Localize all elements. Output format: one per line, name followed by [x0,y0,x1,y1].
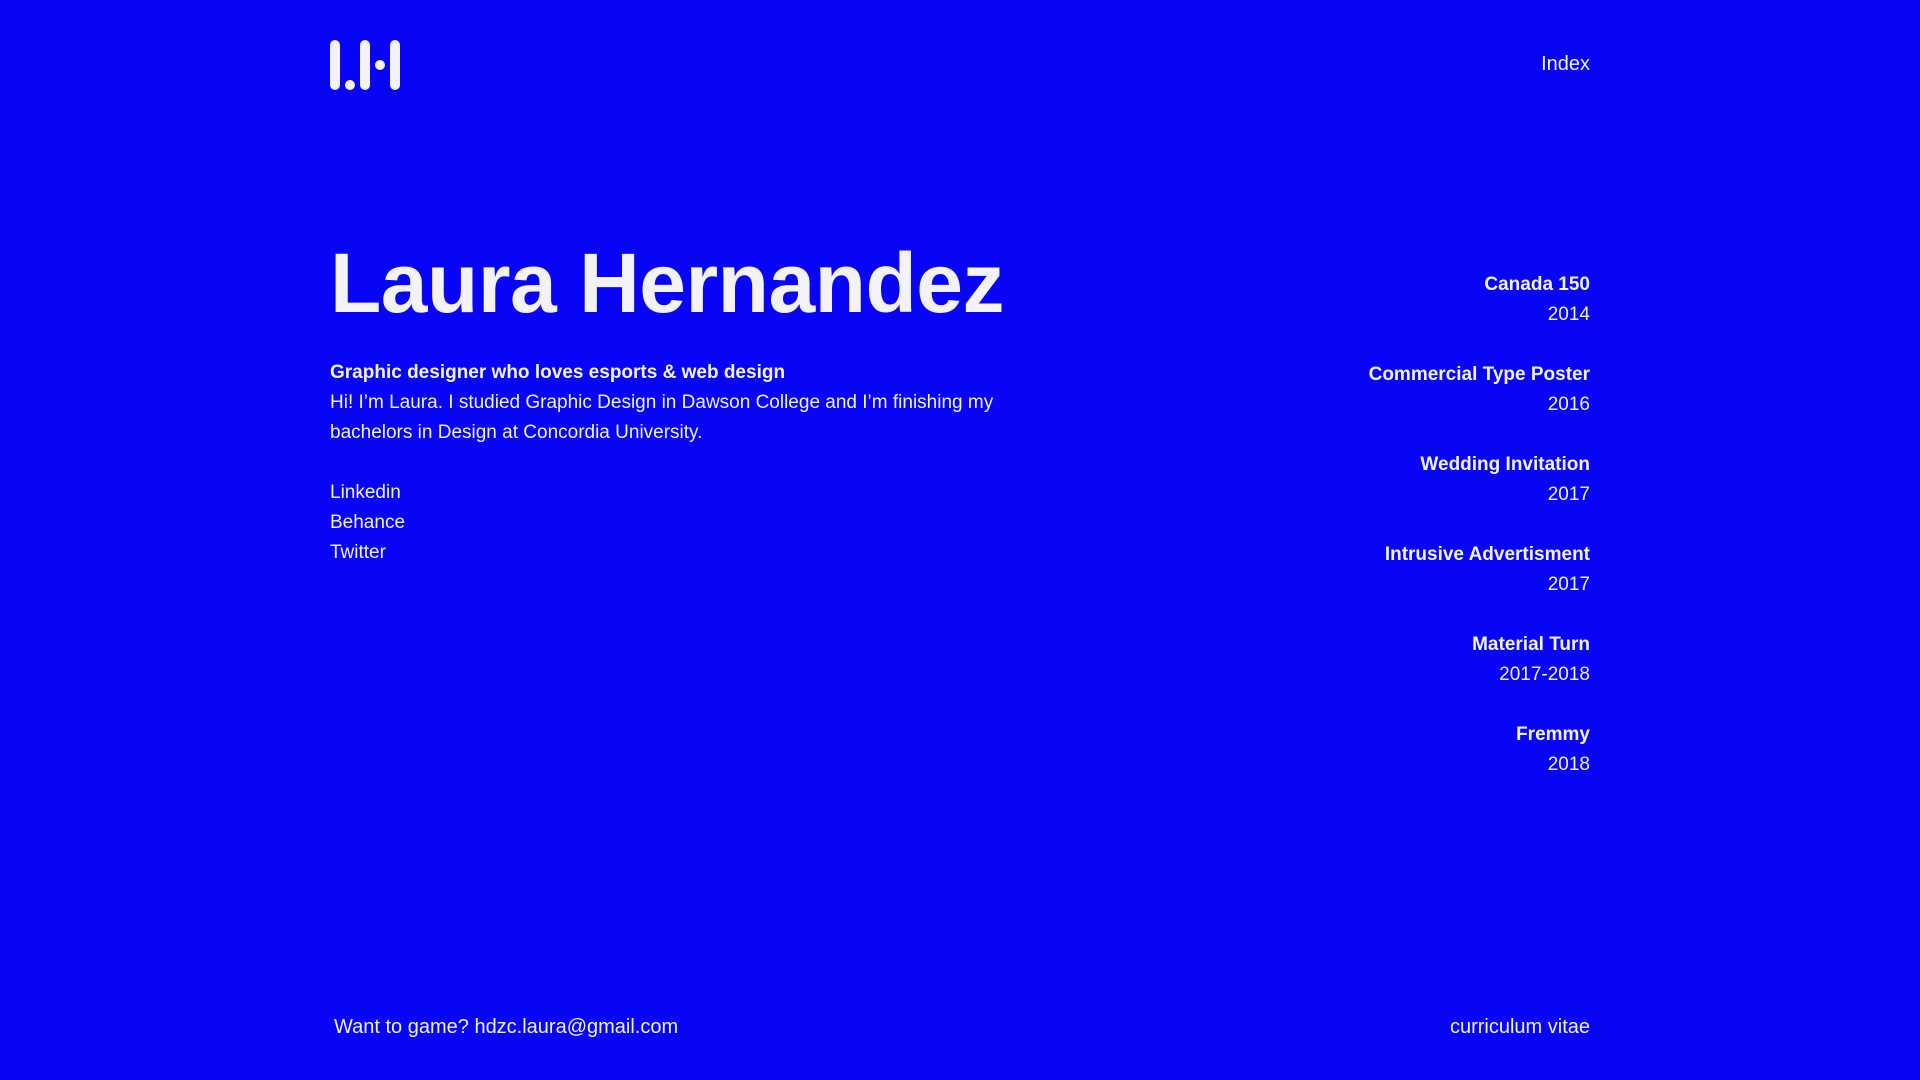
tagline: Graphic designer who loves esports & web… [330,362,786,383]
project-year: 2014 [1547,304,1590,325]
project-title: Intrusive Advertisment [1384,544,1590,565]
nav-index-link[interactable]: Index [1541,53,1590,76]
contact-email-link[interactable]: Want to game? hdzc.laura@gmail.com [334,1016,678,1039]
hero-section: Laura Hernandez Graphic designer who lov… [330,236,1090,568]
project-list: Canada 150 2014 Commercial Type Poster 2… [1170,270,1590,810]
project-item-intrusive-advertisment[interactable]: Intrusive Advertisment 2017 [1170,540,1590,600]
curriculum-vitae-link[interactable]: curriculum vitae [1450,1016,1590,1039]
project-title: Canada 150 [1484,274,1590,295]
project-year: 2018 [1547,754,1590,775]
project-year: 2017 [1547,574,1590,595]
project-title: Wedding Invitation [1420,454,1590,475]
social-link-twitter[interactable]: Twitter [330,538,1090,568]
social-link-linkedin[interactable]: Linkedin [330,478,1090,508]
bio-text: Hi! I’m Laura. I studied Graphic Design … [330,392,994,443]
project-item-wedding-invitation[interactable]: Wedding Invitation 2017 [1170,450,1590,510]
project-item-commercial-type-poster[interactable]: Commercial Type Poster 2016 [1170,360,1590,420]
social-link-behance[interactable]: Behance [330,508,1090,538]
logo-mark-icon [330,40,400,90]
project-year: 2017-2018 [1499,664,1590,685]
logo[interactable] [330,40,400,90]
social-links: Linkedin Behance Twitter [330,478,1090,568]
project-item-fremmy[interactable]: Fremmy 2018 [1170,720,1590,780]
project-title: Commercial Type Poster [1368,364,1590,385]
project-title: Fremmy [1516,724,1590,745]
project-item-canada-150[interactable]: Canada 150 2014 [1170,270,1590,330]
project-item-material-turn[interactable]: Material Turn 2017-2018 [1170,630,1590,690]
project-year: 2017 [1547,484,1590,505]
project-title: Material Turn [1472,634,1590,655]
page-title: Laura Hernandez [330,236,1005,330]
project-year: 2016 [1547,394,1590,415]
